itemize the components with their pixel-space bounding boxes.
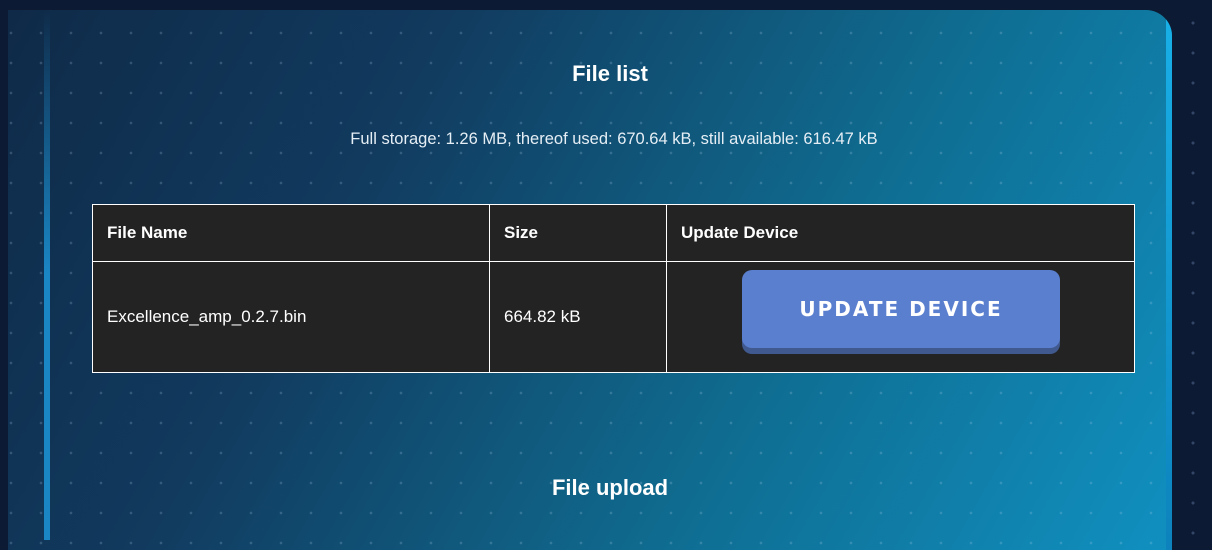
file-table: File Name Size Update Device Excellence_… — [92, 204, 1135, 373]
column-header-size: Size — [489, 204, 667, 262]
update-device-button[interactable]: UPDATE DEVICE — [742, 270, 1060, 348]
file-name-cell: Excellence_amp_0.2.7.bin — [92, 261, 490, 373]
table-header-row: File Name Size Update Device — [92, 204, 1135, 262]
table-row: Excellence_amp_0.2.7.bin 664.82 kB UPDAT… — [92, 261, 1135, 373]
file-size-cell: 664.82 kB — [489, 261, 667, 373]
column-header-file-name: File Name — [92, 204, 490, 262]
update-device-cell: UPDATE DEVICE — [666, 261, 1135, 373]
column-header-update-device: Update Device — [666, 204, 1135, 262]
storage-info: Full storage: 1.26 MB, thereof used: 670… — [350, 130, 878, 148]
file-list-title: File list — [572, 61, 648, 86]
panel-left-edge — [44, 10, 50, 540]
file-upload-title: File upload — [551, 475, 669, 500]
